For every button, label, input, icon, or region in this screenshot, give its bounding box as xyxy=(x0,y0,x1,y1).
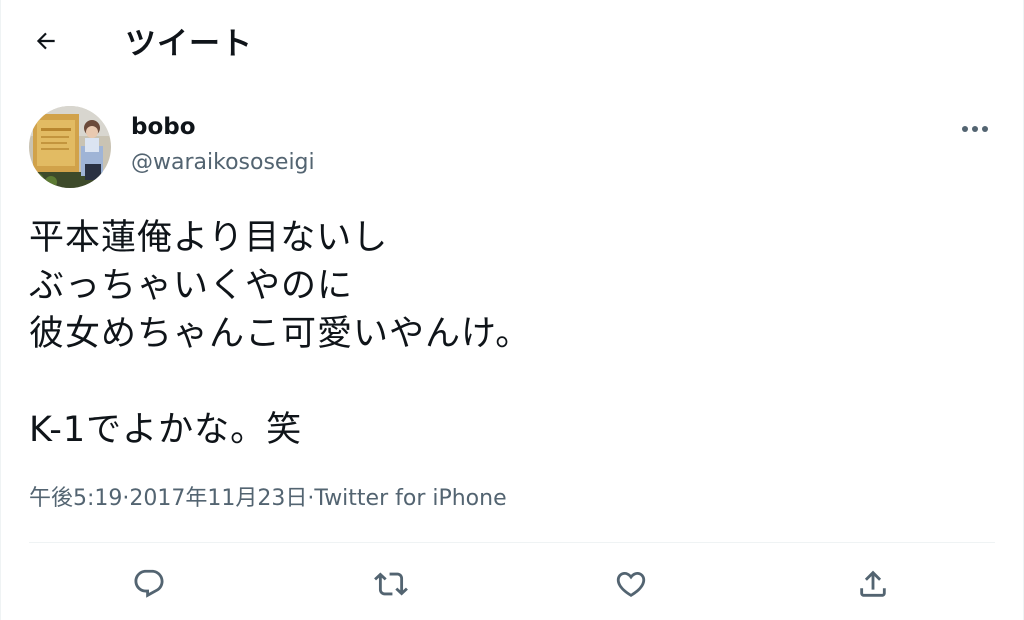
back-button[interactable] xyxy=(25,20,67,62)
more-options-button[interactable] xyxy=(955,112,995,146)
arrow-left-icon xyxy=(36,32,55,50)
tweet-text-line: ぶっちゃいくやのに xyxy=(29,266,354,306)
tweet-text-line: 彼女めちゃんこ可愛いやんけ。 xyxy=(29,314,532,354)
display-name[interactable]: bobo xyxy=(131,114,196,140)
tweet-page: ツイート bobo @waraikososeigi 平本蓮俺より目ないし ぶっち… xyxy=(0,0,1024,620)
user-handle[interactable]: @waraikososeigi xyxy=(131,150,315,175)
reply-icon xyxy=(134,569,164,598)
tweet-text-line: K-1でよかな。笑 xyxy=(29,410,303,450)
share-icon xyxy=(860,570,886,597)
avatar[interactable] xyxy=(29,106,111,188)
retweet-icon xyxy=(374,572,408,596)
tweet-metadata: 午後5:19 · 2017年11月23日 · Twitter for iPhon… xyxy=(29,480,507,512)
share-button[interactable] xyxy=(851,562,895,606)
tweet-source[interactable]: Twitter for iPhone xyxy=(314,486,506,511)
tweet-time[interactable]: 午後5:19 xyxy=(29,480,122,512)
like-button[interactable] xyxy=(609,562,653,606)
page-title: ツイート xyxy=(125,26,253,62)
divider xyxy=(29,542,995,543)
tweet-text-line: 平本蓮俺より目ないし xyxy=(29,218,389,258)
page-header: ツイート xyxy=(1,0,1023,82)
reply-button[interactable] xyxy=(127,562,171,606)
avatar-photo xyxy=(29,106,111,188)
retweet-button[interactable] xyxy=(369,562,413,606)
tweet-text: 平本蓮俺より目ないし ぶっちゃいくやのに 彼女めちゃんこ可愛いやんけ。 K-1で… xyxy=(29,214,989,454)
more-horizontal-icon xyxy=(962,126,988,132)
tweet-date[interactable]: 2017年11月23日 xyxy=(129,480,307,512)
meta-separator: · xyxy=(122,486,130,511)
heart-icon xyxy=(616,571,646,597)
